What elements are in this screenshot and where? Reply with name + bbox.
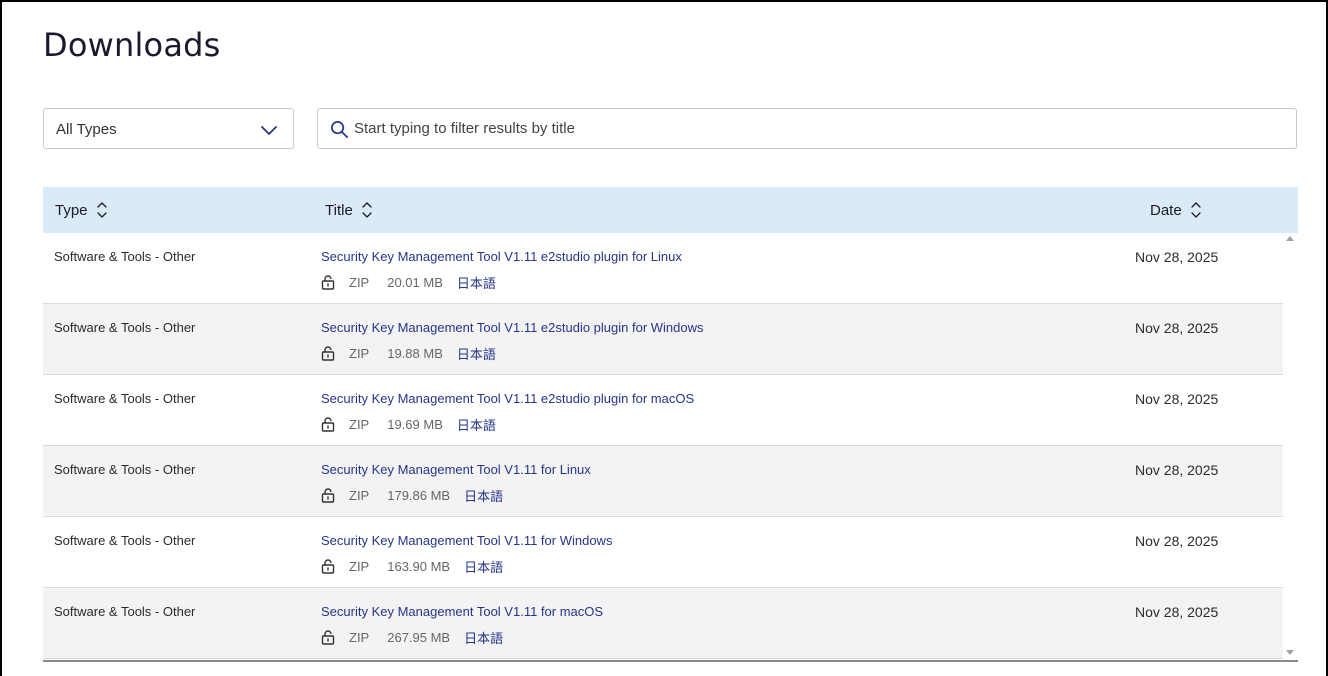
table-body: Software & Tools - Other Security Key Ma… — [43, 233, 1298, 662]
row-language-link[interactable]: 日本語 — [457, 344, 496, 363]
table-row: Software & Tools - Other Security Key Ma… — [43, 588, 1283, 659]
lock-icon — [321, 630, 335, 645]
table-row: Software & Tools - Other Security Key Ma… — [43, 233, 1283, 304]
row-file-type: ZIP — [349, 275, 370, 290]
page-title: Downloads — [43, 26, 221, 64]
row-file-meta: ZIP 20.01 MB 日本語 — [321, 273, 496, 292]
row-language-link[interactable]: 日本語 — [464, 486, 503, 505]
row-file-meta: ZIP 179.86 MB 日本語 — [321, 486, 503, 505]
row-file-size: 19.88 MB — [387, 346, 443, 361]
row-language-link[interactable]: 日本語 — [457, 273, 496, 292]
row-file-size: 20.01 MB — [387, 275, 443, 290]
row-file-type: ZIP — [349, 630, 370, 645]
row-title-link[interactable]: Security Key Management Tool V1.11 for W… — [321, 533, 612, 548]
row-language-link[interactable]: 日本語 — [464, 557, 503, 576]
row-language-link[interactable]: 日本語 — [457, 415, 496, 434]
row-date: Nov 28, 2025 — [1135, 604, 1219, 620]
row-file-size: 163.90 MB — [387, 559, 451, 574]
row-title-link[interactable]: Security Key Management Tool V1.11 e2stu… — [321, 249, 682, 264]
downloads-panel: Downloads All Types Type Title — [0, 0, 1328, 676]
sort-icon — [96, 202, 107, 218]
table-row: Software & Tools - Other Security Key Ma… — [43, 304, 1283, 375]
row-type: Software & Tools - Other — [54, 462, 196, 477]
scroll-up-arrow-icon[interactable] — [1286, 236, 1294, 241]
sort-icon — [362, 202, 372, 218]
table-row: Software & Tools - Other Security Key Ma… — [43, 446, 1283, 517]
column-header-date-label: Date — [1150, 201, 1182, 219]
lock-icon — [321, 417, 335, 432]
row-date: Nov 28, 2025 — [1135, 249, 1219, 265]
column-header-type-label: Type — [55, 201, 88, 219]
row-date: Nov 28, 2025 — [1135, 462, 1219, 478]
table-header: Type Title Date — [43, 187, 1298, 233]
row-file-size: 267.95 MB — [387, 630, 451, 645]
lock-icon — [321, 488, 335, 503]
column-header-date[interactable]: Date — [1150, 201, 1202, 219]
row-title-link[interactable]: Security Key Management Tool V1.11 e2stu… — [321, 391, 694, 406]
type-filter-value: All Types — [56, 121, 117, 138]
search-field[interactable] — [317, 108, 1297, 149]
row-file-size: 19.69 MB — [387, 417, 443, 432]
sort-icon — [1191, 202, 1201, 218]
row-file-type: ZIP — [349, 346, 370, 361]
lock-icon — [321, 346, 335, 361]
row-type: Software & Tools - Other — [54, 249, 196, 264]
type-filter-select[interactable]: All Types — [43, 108, 294, 149]
row-file-meta: ZIP 19.88 MB 日本語 — [321, 344, 496, 363]
row-title-link[interactable]: Security Key Management Tool V1.11 e2stu… — [321, 320, 704, 335]
row-title-link[interactable]: Security Key Management Tool V1.11 for m… — [321, 604, 603, 619]
row-date: Nov 28, 2025 — [1135, 320, 1219, 336]
row-file-meta: ZIP 163.90 MB 日本語 — [321, 557, 503, 576]
table-scrollbar[interactable] — [1283, 233, 1297, 662]
row-date: Nov 28, 2025 — [1135, 391, 1219, 407]
table-row: Software & Tools - Other Security Key Ma… — [43, 517, 1283, 588]
table-row: Software & Tools - Other Security Key Ma… — [43, 375, 1283, 446]
row-file-type: ZIP — [349, 417, 370, 432]
row-file-type: ZIP — [349, 559, 370, 574]
row-type: Software & Tools - Other — [54, 391, 196, 406]
row-type: Software & Tools - Other — [54, 320, 196, 335]
row-language-link[interactable]: 日本語 — [464, 628, 503, 647]
row-file-meta: ZIP 19.69 MB 日本語 — [321, 415, 496, 434]
column-header-type[interactable]: Type — [55, 201, 108, 219]
row-file-size: 179.86 MB — [387, 488, 451, 503]
column-header-title-label: Title — [325, 201, 353, 219]
row-date: Nov 28, 2025 — [1135, 533, 1219, 549]
search-icon — [331, 121, 348, 138]
scroll-down-arrow-icon[interactable] — [1286, 650, 1294, 655]
lock-icon — [321, 275, 335, 290]
column-header-title[interactable]: Title — [325, 201, 373, 219]
row-type: Software & Tools - Other — [54, 533, 196, 548]
chevron-down-icon — [261, 126, 277, 135]
lock-icon — [321, 559, 335, 574]
row-file-type: ZIP — [349, 488, 370, 503]
row-title-link[interactable]: Security Key Management Tool V1.11 for L… — [321, 462, 591, 477]
row-type: Software & Tools - Other — [54, 604, 196, 619]
search-input[interactable] — [354, 109, 1284, 148]
row-file-meta: ZIP 267.95 MB 日本語 — [321, 628, 503, 647]
